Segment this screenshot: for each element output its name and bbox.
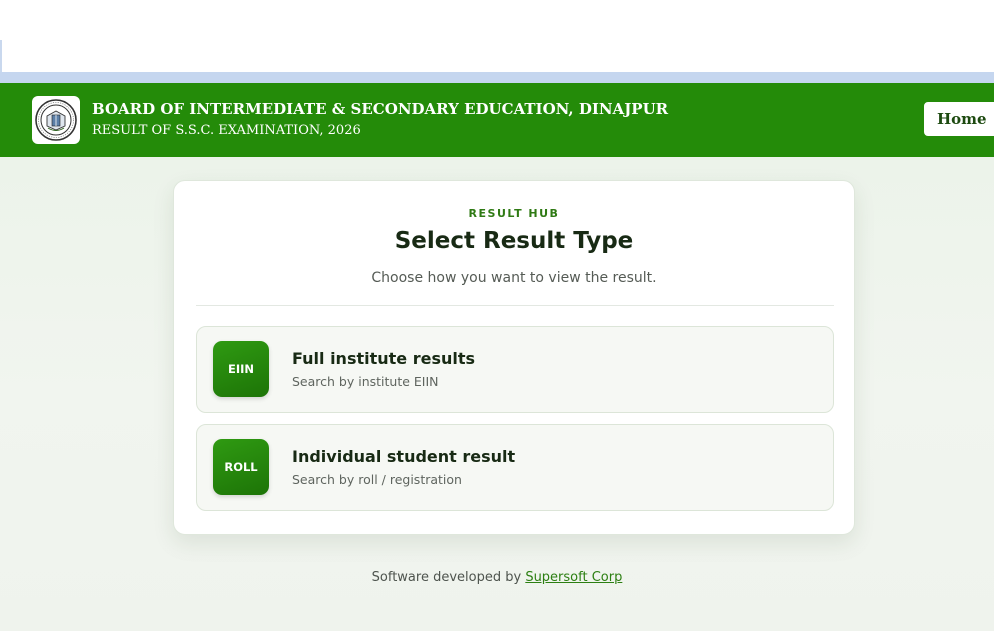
option-title: Full institute results xyxy=(292,349,476,368)
result-hub-card: RESULT HUB Select Result Type Choose how… xyxy=(173,180,855,535)
roll-badge-icon: ROLL xyxy=(213,439,269,495)
footer-prefix: Software developed by xyxy=(371,570,522,585)
option-subtitle: Search by roll / registration xyxy=(292,472,462,487)
board-title: BOARD OF INTERMEDIATE & SECONDARY EDUCAT… xyxy=(92,100,669,118)
main-content: RESULT HUB Select Result Type Choose how… xyxy=(0,157,994,631)
section-eyebrow: RESULT HUB xyxy=(468,207,560,220)
result-subtitle: RESULT OF S.S.C. EXAMINATION, 2026 xyxy=(92,123,361,138)
home-button[interactable]: Home xyxy=(924,102,994,136)
board-seal-icon xyxy=(32,96,80,144)
browser-blank-area xyxy=(0,0,994,72)
option-student-result[interactable]: ROLL Individual student result Search by… xyxy=(196,424,834,511)
option-subtitle: Search by institute EIIN xyxy=(292,374,439,389)
option-title: Individual student result xyxy=(292,447,516,466)
page-title: Select Result Type xyxy=(394,228,634,254)
developer-link[interactable]: Supersoft Corp xyxy=(525,570,622,585)
site-header: BOARD OF INTERMEDIATE & SECONDARY EDUCAT… xyxy=(0,83,994,157)
window-edge xyxy=(0,40,2,72)
option-institute-results[interactable]: EIIN Full institute results Search by in… xyxy=(196,326,834,413)
footer: Software developed by Supersoft Corp xyxy=(0,570,994,585)
top-strip xyxy=(0,72,994,83)
divider xyxy=(196,305,834,306)
page-description: Choose how you want to view the result. xyxy=(371,270,657,286)
eiin-badge-icon: EIIN xyxy=(213,341,269,397)
